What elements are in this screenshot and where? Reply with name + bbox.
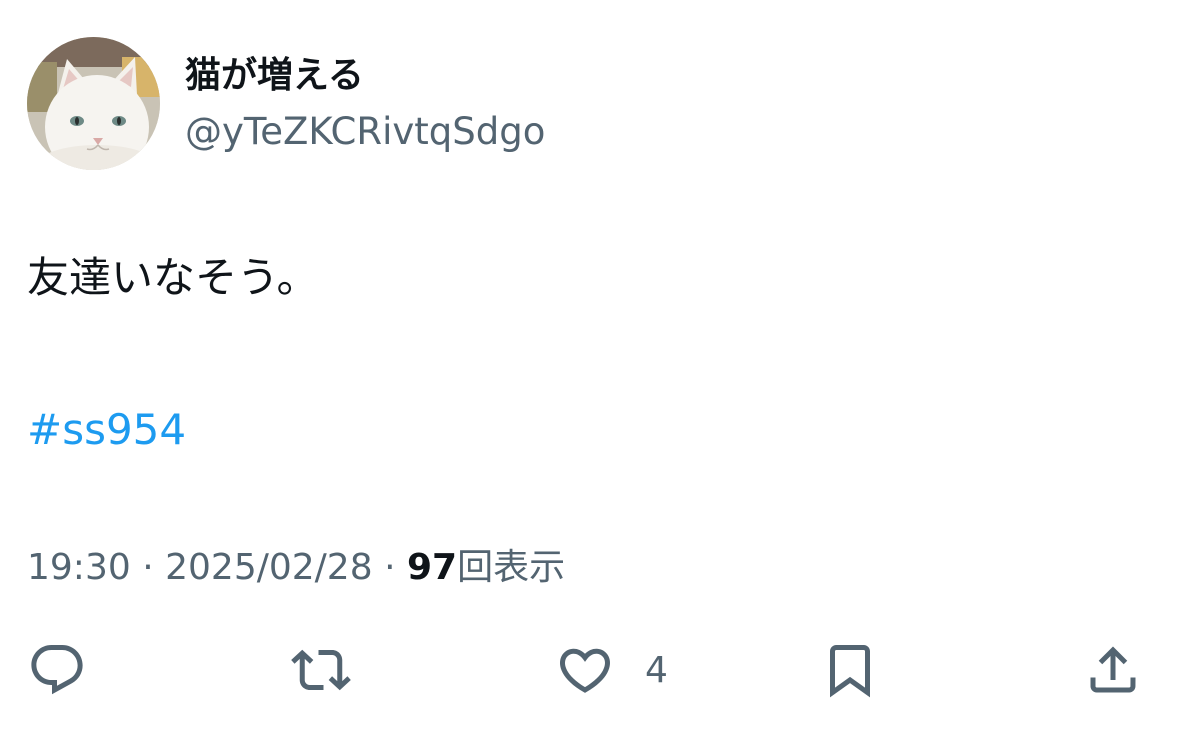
tweet-date[interactable]: 2025/02/28 bbox=[165, 547, 373, 588]
meta-separator: · bbox=[384, 547, 396, 588]
reply-button[interactable] bbox=[27, 640, 87, 700]
views-count[interactable]: 97 bbox=[407, 547, 457, 588]
hashtag-link[interactable]: #ss954 bbox=[27, 402, 186, 458]
tweet: 猫が増える @yTeZKCRivtqSdgo 友達いなそう。 #ss954 19… bbox=[0, 0, 1179, 732]
cat-avatar-image bbox=[27, 37, 160, 170]
views-label: 回表示 bbox=[457, 547, 566, 588]
retweet-button[interactable] bbox=[287, 640, 355, 700]
reply-icon bbox=[31, 645, 83, 695]
user-handle[interactable]: @yTeZKCRivtqSdgo bbox=[185, 108, 545, 156]
tweet-meta: 19:30 · 2025/02/28 · 97回表示 bbox=[27, 543, 565, 593]
retweet-icon bbox=[291, 649, 351, 691]
bookmark-button[interactable] bbox=[820, 640, 880, 700]
heart-icon bbox=[559, 648, 611, 693]
display-name[interactable]: 猫が増える bbox=[185, 52, 364, 100]
share-icon bbox=[1090, 646, 1136, 693]
tweet-text: 友達いなそう。 bbox=[27, 253, 319, 302]
avatar[interactable] bbox=[27, 37, 160, 170]
like-count: 4 bbox=[645, 649, 668, 691]
share-button[interactable] bbox=[1083, 640, 1143, 700]
bookmark-icon bbox=[830, 645, 870, 698]
meta-separator: · bbox=[142, 547, 154, 588]
tweet-time[interactable]: 19:30 bbox=[27, 547, 131, 588]
like-button[interactable]: 4 bbox=[555, 640, 668, 700]
